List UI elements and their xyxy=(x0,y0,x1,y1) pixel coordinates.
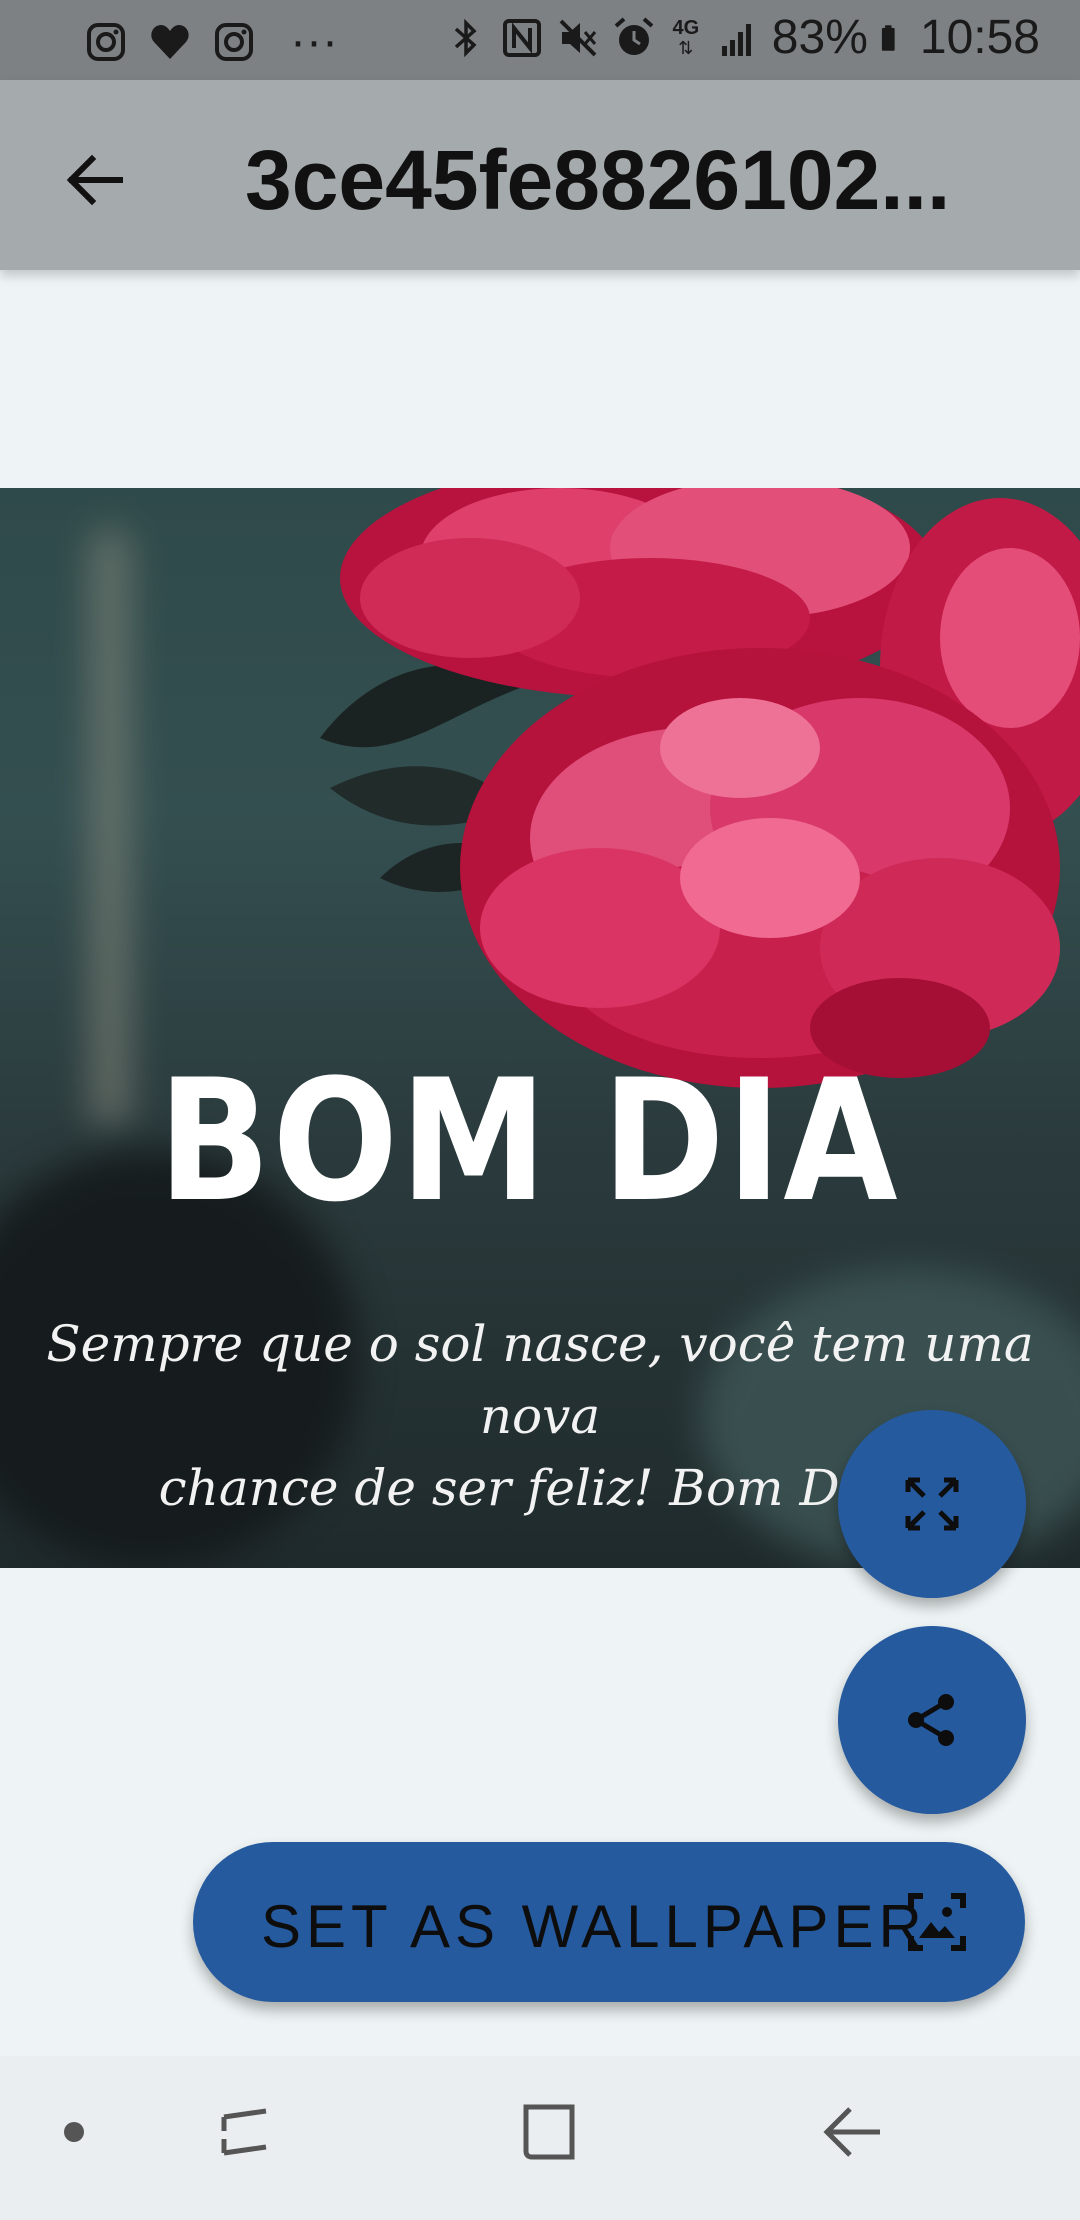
back-button[interactable] xyxy=(50,135,140,225)
bluetooth-icon xyxy=(454,18,477,57)
battery-percent: 83% xyxy=(771,11,868,64)
battery-icon xyxy=(881,24,895,51)
back-arrow-icon xyxy=(823,2107,880,2157)
heart-icon xyxy=(151,24,189,59)
dot-icon xyxy=(64,2122,84,2142)
share-button[interactable] xyxy=(838,1626,1026,1814)
home-icon xyxy=(523,2104,575,2160)
nfc-icon xyxy=(502,18,541,57)
instagram-icon xyxy=(215,22,253,61)
home-button[interactable] xyxy=(502,2092,592,2172)
status-left-icons: ··· xyxy=(84,14,338,69)
fullscreen-icon xyxy=(905,1477,959,1531)
status-right-icons: 4G ⇅ 83% 10:58 xyxy=(444,10,1040,65)
mute-icon xyxy=(559,19,597,56)
signal-icon xyxy=(721,23,751,56)
data-arrows-icon: ⇅ xyxy=(678,37,694,58)
share-icon xyxy=(908,1694,954,1746)
wallpaper-preview-image: BOM DIA Sempre que o sol nasce, você tem… xyxy=(0,488,1080,1568)
network-4g-icon: 4G ⇅ xyxy=(668,18,704,58)
network-label: 4G xyxy=(672,16,700,39)
recent-apps-icon xyxy=(221,2108,267,2156)
recent-apps-button[interactable] xyxy=(200,2092,290,2172)
status-bar: ··· 4G ⇅ 83% 10:58 xyxy=(0,0,1080,80)
system-navigation-bar xyxy=(0,2056,1080,2220)
more-dots-icon: ··· xyxy=(290,15,338,68)
app-bar: 3ce45fe8826102... xyxy=(0,80,1080,270)
clock: 10:58 xyxy=(919,11,1040,64)
back-nav-button[interactable] xyxy=(808,2092,898,2172)
arrow-back-icon xyxy=(66,154,123,206)
alarm-icon xyxy=(614,16,654,55)
wallpaper-headline: BOM DIA xyxy=(158,1043,900,1239)
set-as-wallpaper-button[interactable]: SET AS WALLPAPER xyxy=(193,1842,1025,2002)
instagram-icon xyxy=(87,22,125,61)
fullscreen-button[interactable] xyxy=(838,1410,1026,1598)
nav-dot-button[interactable] xyxy=(50,2108,98,2156)
set-as-wallpaper-label: SET AS WALLPAPER xyxy=(261,1893,927,1960)
page-title: 3ce45fe8826102... xyxy=(245,133,951,227)
screen: ··· 4G ⇅ 83% 10:58 3ce45fe8826102... BOM… xyxy=(0,0,1080,2220)
wallpaper-icon xyxy=(908,1893,966,1951)
